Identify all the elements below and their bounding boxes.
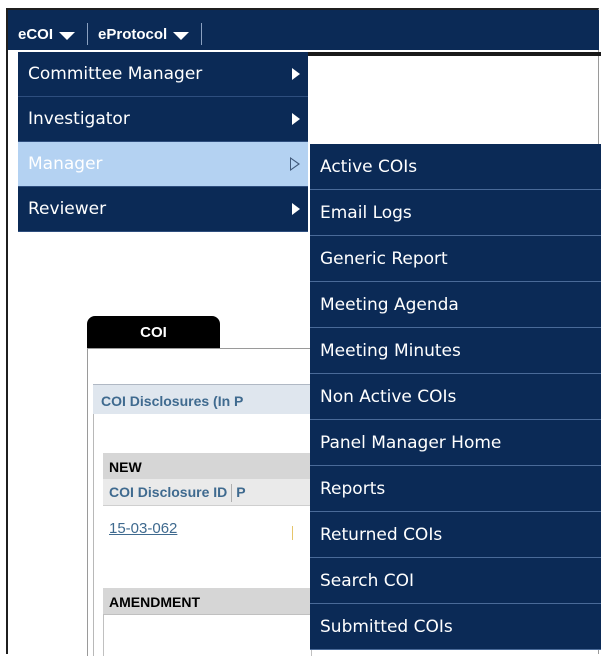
- nav-eprotocol-label: eProtocol: [98, 25, 168, 43]
- submenu-item-meeting-agenda[interactable]: Meeting Agenda: [310, 282, 601, 328]
- submenu-item-search-coi[interactable]: Search COI: [310, 558, 601, 604]
- manager-submenu: Active COIs Email Logs Generic Report Me…: [310, 144, 601, 650]
- ecoi-dropdown-menu: Committee Manager Investigator Manager R…: [18, 52, 308, 232]
- menu-item-label: Manager: [28, 154, 103, 174]
- top-nav: eCOI eProtocol: [18, 22, 212, 46]
- chevron-right-icon: [292, 113, 300, 125]
- nav-ecoi-label: eCOI: [18, 25, 54, 43]
- menu-item-label: Committee Manager: [28, 64, 203, 84]
- menu-item-manager[interactable]: Manager: [18, 142, 308, 187]
- chevron-down-icon: [59, 32, 76, 40]
- submenu-item-reports[interactable]: Reports: [310, 466, 601, 512]
- tab-coi-label: COI: [140, 324, 167, 341]
- chevron-right-icon: [292, 68, 300, 80]
- submenu-item-active-cois[interactable]: Active COIs: [310, 144, 601, 190]
- row-divider: [103, 505, 312, 506]
- menu-item-investigator[interactable]: Investigator: [18, 97, 308, 142]
- nav-separator: [87, 23, 89, 45]
- column-divider: [231, 484, 233, 503]
- nav-eprotocol[interactable]: eProtocol: [98, 22, 195, 46]
- chevron-down-icon: [173, 32, 190, 40]
- tab-coi[interactable]: COI: [87, 316, 220, 348]
- disclosure-id-link[interactable]: 15-03-062: [109, 520, 177, 537]
- cell-marker: [292, 526, 293, 540]
- submenu-item-generic-report[interactable]: Generic Report: [310, 236, 601, 282]
- submenu-item-panel-manager-home[interactable]: Panel Manager Home: [310, 420, 601, 466]
- chevron-right-icon: [290, 157, 300, 171]
- menu-item-committee-manager[interactable]: Committee Manager: [18, 52, 308, 97]
- section-new-header: NEW: [103, 453, 312, 479]
- section-amendment-header: AMENDMENT: [103, 588, 312, 614]
- submenu-item-non-active-cois[interactable]: Non Active COIs: [310, 374, 601, 420]
- chevron-right-icon: [292, 203, 300, 215]
- col-disclosure-id[interactable]: COI Disclosure ID: [109, 484, 227, 500]
- submenu-item-email-logs[interactable]: Email Logs: [310, 190, 601, 236]
- menu-item-label: Reviewer: [28, 199, 107, 219]
- submenu-item-returned-cois[interactable]: Returned COIs: [310, 512, 601, 558]
- nav-underline: [308, 52, 601, 56]
- table-header-row: COI Disclosure ID P: [103, 479, 312, 505]
- submenu-item-meeting-minutes[interactable]: Meeting Minutes: [310, 328, 601, 374]
- submenu-item-submitted-cois[interactable]: Submitted COIs: [310, 604, 601, 650]
- col-next[interactable]: P: [236, 484, 245, 500]
- panel-title: COI Disclosures (In P: [93, 384, 312, 414]
- nav-separator: [201, 23, 203, 45]
- nav-ecoi[interactable]: eCOI: [18, 22, 81, 46]
- menu-item-reviewer[interactable]: Reviewer: [18, 187, 308, 232]
- menu-item-label: Investigator: [28, 109, 130, 129]
- amendment-table: [103, 614, 312, 656]
